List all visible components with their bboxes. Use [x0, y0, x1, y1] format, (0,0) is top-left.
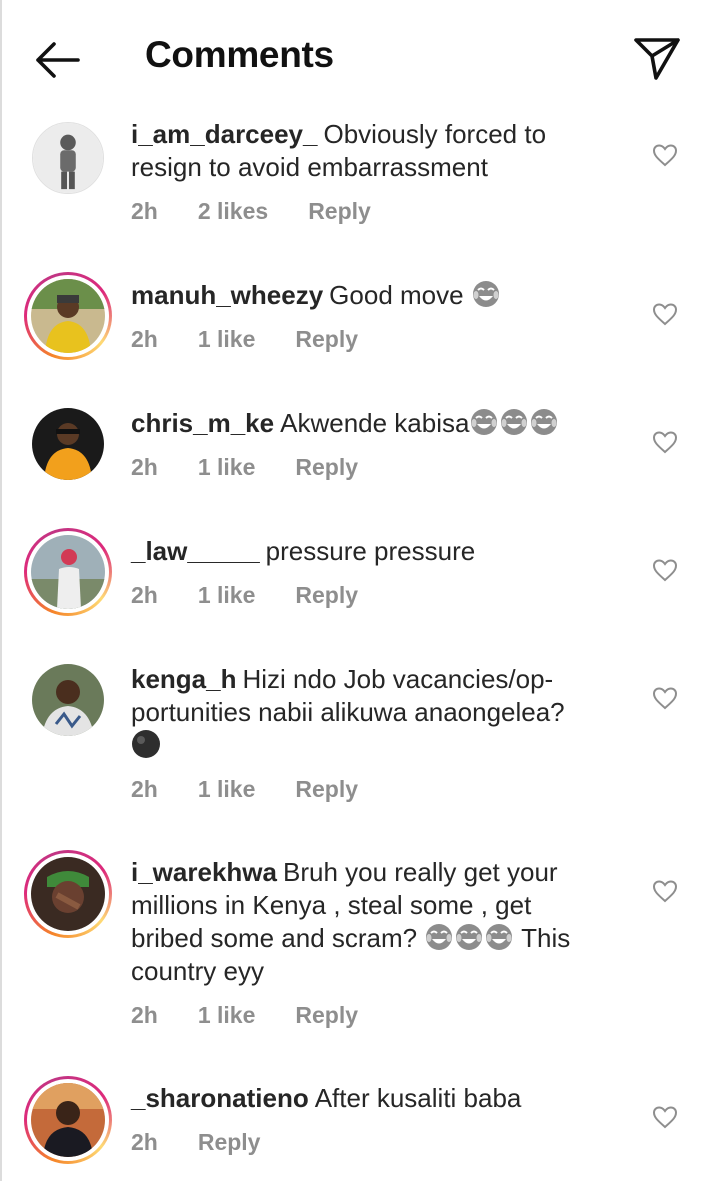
- reply-button[interactable]: Reply: [295, 326, 358, 353]
- reply-button[interactable]: Reply: [295, 1002, 358, 1029]
- heart-icon[interactable]: [652, 558, 678, 582]
- reply-button[interactable]: Reply: [308, 198, 371, 225]
- story-ring[interactable]: [24, 1076, 112, 1164]
- comment-text: pressure pressure: [265, 536, 476, 566]
- avatar[interactable]: [32, 122, 104, 194]
- avatar: [31, 279, 105, 353]
- comment-username[interactable]: kenga_h: [131, 664, 237, 694]
- heart-icon[interactable]: [652, 686, 678, 710]
- reply-button[interactable]: Reply: [295, 582, 358, 609]
- comment-time: 2h: [131, 776, 158, 802]
- reply-button[interactable]: Reply: [295, 454, 358, 481]
- avatar[interactable]: [32, 664, 104, 736]
- page-title: Comments: [145, 34, 334, 75]
- comment-username[interactable]: i_warekhwa: [131, 857, 277, 887]
- tears-of-joy-emoji: [424, 922, 454, 952]
- comment-username[interactable]: manuh_wheezy: [131, 280, 323, 310]
- arrow-left-icon[interactable]: [32, 38, 82, 82]
- tears-of-joy-emoji: [454, 922, 484, 952]
- comment-text: Akwende kabisa: [280, 408, 470, 438]
- comment-username[interactable]: chris_m_ke: [131, 408, 274, 438]
- comment-time: 2h: [131, 454, 158, 480]
- comment-username[interactable]: i_am_darceey_: [131, 119, 317, 149]
- heart-icon[interactable]: [652, 143, 678, 167]
- comment-time: 2h: [131, 326, 158, 352]
- comment-text: After kusaliti baba: [314, 1083, 522, 1113]
- avatar: [31, 857, 105, 931]
- comment-meta: 2h 1 like Reply: [131, 326, 398, 353]
- tears-of-joy-emoji: [499, 407, 529, 437]
- avatar[interactable]: [32, 408, 104, 480]
- comment-username[interactable]: _sharonatieno: [131, 1083, 309, 1113]
- comment-meta: 2h 1 like Reply: [131, 582, 398, 609]
- avatar: [31, 535, 105, 609]
- story-ring[interactable]: [24, 528, 112, 616]
- dark-face-emoji: [131, 729, 161, 759]
- avatar: [31, 1083, 105, 1157]
- comment-username[interactable]: _law_____: [131, 536, 260, 566]
- comment-time: 2h: [131, 1129, 158, 1155]
- heart-icon[interactable]: [652, 430, 678, 454]
- tears-of-joy-emoji: [484, 922, 514, 952]
- header: Comments: [0, 0, 720, 112]
- direct-send-icon[interactable]: [630, 32, 682, 82]
- reply-button[interactable]: Reply: [295, 776, 358, 803]
- comment-likes[interactable]: 1 like: [198, 776, 256, 803]
- comment-meta: 2h Reply: [131, 1129, 300, 1156]
- heart-icon[interactable]: [652, 879, 678, 903]
- comment-meta: 2h 1 like Reply: [131, 454, 398, 481]
- comment-likes[interactable]: 2 likes: [198, 198, 268, 225]
- tears-of-joy-emoji: [529, 407, 559, 437]
- comment-meta: 2h 1 like Reply: [131, 776, 398, 803]
- comment-time: 2h: [131, 1002, 158, 1028]
- heart-icon[interactable]: [652, 302, 678, 326]
- heart-icon[interactable]: [652, 1105, 678, 1129]
- tears-of-joy-emoji: [469, 407, 499, 437]
- comment-likes[interactable]: 1 like: [198, 326, 256, 353]
- comment-likes[interactable]: 1 like: [198, 582, 256, 609]
- left-border: [0, 0, 2, 1181]
- comment-likes[interactable]: 1 like: [198, 1002, 256, 1029]
- comment-meta: 2h 2 likes Reply: [131, 198, 411, 225]
- comment-meta: 2h 1 like Reply: [131, 1002, 398, 1029]
- tears-of-joy-emoji: [471, 279, 501, 309]
- comment-time: 2h: [131, 582, 158, 608]
- comment-time: 2h: [131, 198, 158, 224]
- comment-likes[interactable]: 1 like: [198, 454, 256, 481]
- comment-text: Good move: [329, 280, 464, 310]
- story-ring[interactable]: [24, 272, 112, 360]
- reply-button[interactable]: Reply: [198, 1129, 261, 1156]
- story-ring[interactable]: [24, 850, 112, 938]
